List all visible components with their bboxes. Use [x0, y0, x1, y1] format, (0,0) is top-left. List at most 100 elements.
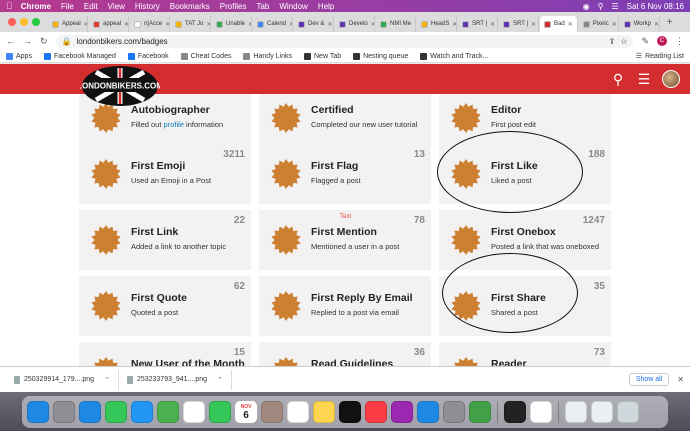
maps-icon[interactable] [157, 401, 179, 423]
badge-name[interactable]: New User of the Month [131, 358, 245, 366]
url-text[interactable]: londonbikers.com/badges [77, 37, 604, 46]
badge-name[interactable]: First Flag [311, 160, 358, 172]
wifi-icon[interactable]: ◉ [583, 2, 590, 11]
contacts-icon[interactable] [261, 401, 283, 423]
badge-card[interactable]: First Like Liked a post 188 [439, 144, 611, 204]
activity-icon[interactable] [469, 401, 491, 423]
badge-name[interactable]: First Onebox [491, 226, 556, 238]
badge-name[interactable]: First Share [491, 292, 546, 304]
search-icon[interactable]: ⚲ [598, 2, 604, 11]
control-center-icon[interactable]: ☰ [611, 2, 618, 11]
reminders-icon[interactable] [287, 401, 309, 423]
browser-tab[interactable]: appeal ✕ [89, 16, 129, 32]
back-icon[interactable]: ← [6, 36, 15, 46]
badge-card[interactable]: First Share Shared a post 35 [439, 276, 611, 336]
menu-view[interactable]: View [108, 2, 125, 11]
terminal-icon[interactable] [504, 401, 526, 423]
bookmark-item[interactable]: Cheat Codes [180, 52, 231, 60]
close-tab-icon[interactable]: ✕ [84, 21, 87, 28]
downloads-stack-icon[interactable] [565, 401, 587, 423]
close-tab-icon[interactable]: ✕ [248, 21, 251, 28]
facetime-icon[interactable] [209, 401, 231, 423]
browser-tab[interactable]: NMI Me✕ [376, 16, 416, 32]
menu-edit[interactable]: Edit [84, 2, 98, 11]
minimize-window-button[interactable] [20, 18, 28, 26]
close-window-button[interactable] [8, 18, 16, 26]
address-bar[interactable]: 🔒 londonbikers.com/badges ⇪ ☆ [55, 34, 634, 48]
browser-tab[interactable]: HeadS ✕ [417, 16, 457, 32]
trash-icon[interactable] [617, 401, 639, 423]
photos-icon[interactable] [183, 401, 205, 423]
londonbikers-logo[interactable]: LONDONBIKERS.COM [80, 64, 160, 108]
close-tab-icon[interactable]: ✕ [568, 21, 573, 28]
browser-tab[interactable]: Appeal✕ [48, 16, 88, 32]
bookmark-item[interactable]: New Tab [304, 52, 341, 60]
browser-tab[interactable]: Bad ✕ [540, 16, 578, 32]
mail-icon[interactable] [131, 401, 153, 423]
chevron-up-icon[interactable]: ⌃ [104, 376, 110, 384]
chevron-up-icon[interactable]: ⌃ [217, 376, 223, 384]
close-tab-icon[interactable]: ✕ [289, 21, 292, 28]
music-icon[interactable] [365, 401, 387, 423]
badge-card[interactable]: Reader 73 [439, 342, 611, 366]
browser-tab[interactable]: Pixelc ✕ [579, 16, 619, 32]
launchpad-icon[interactable] [53, 401, 75, 423]
browser-tab[interactable]: Workp ✕ [620, 16, 660, 32]
calendar-icon[interactable]: NOV 6 [235, 401, 257, 423]
menu-help[interactable]: Help [318, 2, 334, 11]
badge-card[interactable]: First Quote Quoted a post 62 [79, 276, 251, 336]
badge-name[interactable]: First Emoji [131, 160, 185, 172]
browser-tab[interactable]: SRT | ✕ [499, 16, 539, 32]
chrome-icon[interactable] [530, 401, 552, 423]
download-item[interactable]: 250329914_179....png ⌃ [6, 369, 119, 390]
browser-tab[interactable]: Calend✕ [253, 16, 293, 32]
badge-card[interactable]: Read Guidelines 36 [259, 342, 431, 366]
badge-name[interactable]: Read Guidelines [311, 358, 393, 366]
bookmark-item[interactable]: Facebook [127, 52, 169, 60]
browser-tab[interactable]: SRT | ✕ [458, 16, 498, 32]
badge-name[interactable]: First Reply By Email [311, 292, 413, 304]
extensions-icon[interactable]: ✎ [641, 36, 649, 47]
close-tab-icon[interactable]: ✕ [371, 21, 374, 28]
menu-file[interactable]: File [61, 2, 74, 11]
search-icon[interactable]: ⚲ [610, 71, 626, 88]
forward-icon[interactable]: → [23, 36, 32, 46]
badge-card[interactable]: First Link Added a link to another topic 2… [79, 210, 251, 270]
safari-icon[interactable] [79, 401, 101, 423]
clock[interactable]: Sat 6 Nov 08:16 [627, 2, 684, 11]
profile-link[interactable]: profile [164, 120, 184, 129]
user-avatar[interactable] [662, 70, 680, 88]
bookmark-item[interactable]: Facebook Managed [43, 52, 116, 60]
close-tab-icon[interactable]: ✕ [414, 21, 415, 28]
close-tab-icon[interactable]: ✕ [654, 21, 659, 28]
badge-name[interactable]: Certified [311, 104, 354, 116]
browser-tab[interactable]: n[Acce ✕ [130, 16, 170, 32]
bookmark-star-icon[interactable]: ☆ [620, 37, 627, 46]
close-tab-icon[interactable]: ✕ [327, 21, 332, 28]
more-menu-icon[interactable]: ⋮ [675, 36, 684, 47]
browser-tab[interactable]: Dev & ✕ [294, 16, 334, 32]
bookmark-item[interactable]: Nesting queue [353, 52, 408, 60]
bookmark-item[interactable]: Watch and Track... [420, 52, 488, 60]
badge-name[interactable]: First Link [131, 226, 178, 238]
badge-card[interactable]: First Flag Flagged a post 13 [259, 144, 431, 204]
badge-card[interactable]: New User of the Month 15 [79, 342, 251, 366]
apple-icon[interactable]:  [6, 1, 13, 11]
badge-card[interactable]: First Onebox Posted a link that was onebo… [439, 210, 611, 270]
appstore-icon[interactable] [417, 401, 439, 423]
close-tab-icon[interactable]: ✕ [124, 21, 128, 28]
new-tab-button[interactable]: + [661, 17, 679, 32]
browser-tab[interactable]: TAT Jo ✕ [171, 16, 211, 32]
close-tab-icon[interactable]: ✕ [531, 21, 536, 28]
badge-name[interactable]: First Quote [131, 292, 187, 304]
hamburger-menu-icon[interactable]: ☰ [636, 71, 652, 88]
close-tab-icon[interactable]: ✕ [165, 21, 169, 28]
close-tab-icon[interactable]: ✕ [490, 21, 495, 28]
close-tab-icon[interactable]: ✕ [206, 21, 210, 28]
messages-icon[interactable] [105, 401, 127, 423]
menu-bookmarks[interactable]: Bookmarks [170, 2, 210, 11]
zoom-window-button[interactable] [32, 18, 40, 26]
bookmark-item[interactable]: Apps [6, 52, 32, 60]
settings-icon[interactable] [443, 401, 465, 423]
notes-icon[interactable] [313, 401, 335, 423]
